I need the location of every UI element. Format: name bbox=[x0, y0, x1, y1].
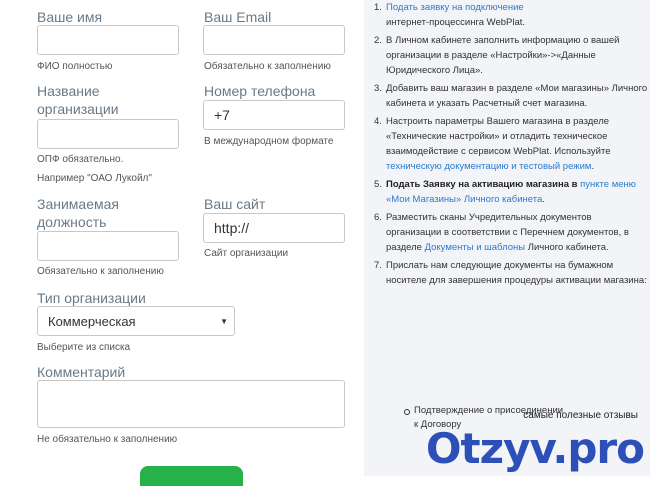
chevron-down-icon: ▼ bbox=[220, 317, 228, 326]
orgtype-hint: Выберите из списка bbox=[37, 342, 131, 353]
comment-textarea[interactable] bbox=[37, 380, 345, 428]
list-item: 1. Подать заявку на подключение интернет… bbox=[374, 2, 526, 28]
site-input[interactable]: http:// bbox=[203, 213, 345, 243]
orgtype-selected-value: Коммерческая bbox=[48, 314, 136, 329]
step-text: Подать Заявку на активацию магазина в bbox=[386, 179, 578, 190]
submit-button[interactable] bbox=[140, 466, 243, 486]
position-label-line1: Занимаемая bbox=[37, 196, 119, 212]
step-text: . bbox=[591, 161, 595, 172]
step-text: Настроить параметры Вашего магазина в ра… bbox=[386, 116, 611, 157]
list-item: 3. Добавить ваш магазин в разделе «Мои м… bbox=[374, 83, 648, 109]
tech-docs-link[interactable]: техническую документацию и тестовый режи… bbox=[386, 161, 591, 172]
phone-input[interactable]: +7 bbox=[203, 100, 345, 130]
list-item: 2. В Личном кабинете заполнить информаци… bbox=[374, 35, 620, 76]
org-label-line1: Название bbox=[37, 83, 100, 99]
instructions-panel: 1. Подать заявку на подключение интернет… bbox=[364, 0, 650, 476]
comment-hint: Не обязательно к заполнению bbox=[37, 434, 178, 445]
orgtype-select[interactable]: Коммерческая ▼ bbox=[37, 306, 235, 336]
registration-form: Ваше имя ФИО полностью Ваш Email Обязате… bbox=[0, 0, 360, 486]
list-item: 5. Подать Заявку на активацию магазина в… bbox=[374, 179, 636, 205]
name-hint: ФИО полностью bbox=[37, 61, 113, 72]
org-label-line2: организации bbox=[37, 101, 119, 117]
phone-label: Номер телефона bbox=[204, 83, 316, 99]
steps-list: 1. Подать заявку на подключение интернет… bbox=[374, 0, 648, 291]
watermark-caption: самые полезные отзывы bbox=[523, 410, 638, 421]
email-hint: Обязательно к заполнению bbox=[204, 61, 331, 72]
position-hint: Обязательно к заполнению bbox=[37, 266, 164, 277]
position-input[interactable] bbox=[37, 231, 179, 261]
phone-hint: В международном формате bbox=[204, 136, 334, 147]
step-text: В Личном кабинете заполнить информацию о… bbox=[386, 35, 620, 76]
step-text: интернет-процессинга WebPlat. bbox=[386, 17, 526, 28]
position-label-line2: должность bbox=[37, 214, 107, 230]
list-item: 7. Прислать нам следующие документы на б… bbox=[374, 260, 647, 286]
org-hint-line1: ОПФ обязательно. bbox=[37, 154, 124, 165]
step-text: . bbox=[542, 194, 545, 205]
list-item: 4. Настроить параметры Вашего магазина в… bbox=[374, 116, 611, 172]
step-text: Добавить ваш магазин в разделе «Мои мага… bbox=[386, 83, 648, 109]
site-hint: Сайт организации bbox=[204, 248, 289, 259]
bullet-icon bbox=[404, 409, 410, 415]
org-hint-line2: Например "ОАО Лукойл" bbox=[37, 173, 152, 184]
site-label: Ваш сайт bbox=[204, 196, 266, 212]
watermark-logo: Otzyv.pro bbox=[425, 424, 645, 473]
documents-link[interactable]: Документы и шаблоны bbox=[425, 242, 525, 253]
name-input[interactable] bbox=[37, 25, 179, 55]
apply-link[interactable]: Подать заявку на подключение bbox=[386, 2, 524, 13]
org-input[interactable] bbox=[37, 119, 179, 149]
list-item: 6. Разместить сканы Учредительных докуме… bbox=[374, 212, 629, 253]
step-text: Личного кабинета. bbox=[527, 242, 609, 253]
step-text: Прислать нам следующие документы на бума… bbox=[386, 260, 647, 286]
email-input[interactable] bbox=[203, 25, 345, 55]
